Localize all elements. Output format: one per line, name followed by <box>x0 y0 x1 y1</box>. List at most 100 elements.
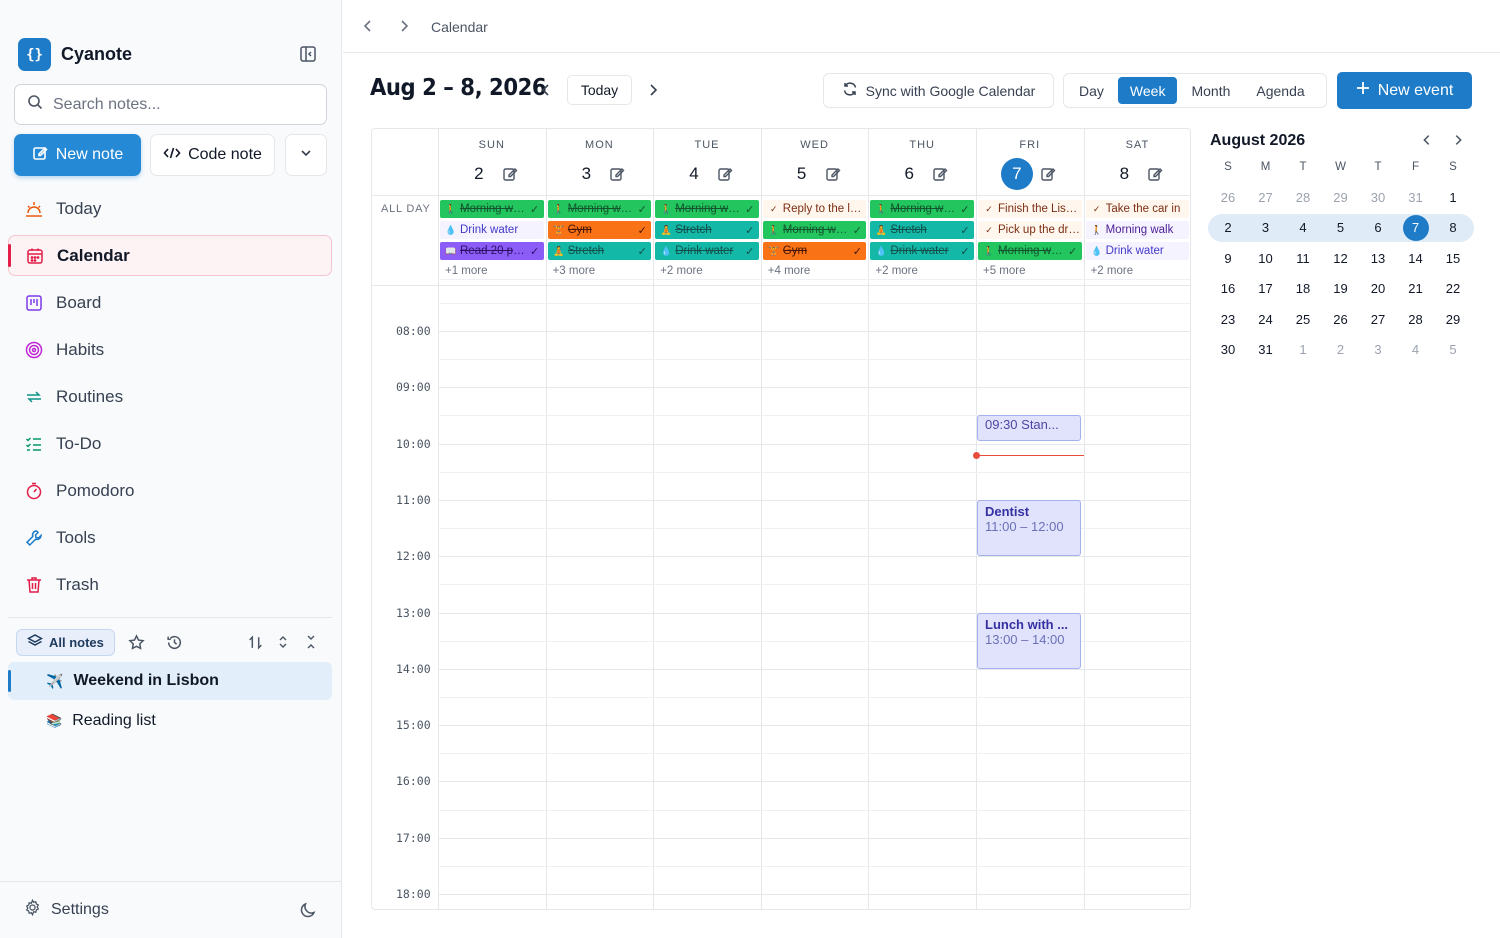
mini-day[interactable]: 22 <box>1438 275 1468 303</box>
add-note-icon[interactable] <box>1147 166 1163 182</box>
new-note-button[interactable]: New note <box>14 134 141 176</box>
mini-day[interactable]: 15 <box>1438 244 1468 272</box>
mini-day[interactable]: 17 <box>1251 275 1281 303</box>
mini-day[interactable]: 5 <box>1438 336 1468 364</box>
mini-day[interactable]: 4 <box>1288 214 1318 242</box>
calendar-event[interactable]: 09:30 Stan... <box>977 415 1081 441</box>
day-number[interactable]: 5 <box>786 158 818 190</box>
history-icon[interactable] <box>164 632 184 652</box>
all-day-item[interactable]: 🚶 Morning walk ✓ <box>547 200 652 218</box>
day-header[interactable]: MON 3 <box>546 129 654 195</box>
view-tab-month[interactable]: Month <box>1179 77 1242 104</box>
sync-google-calendar-button[interactable]: Sync with Google Calendar <box>823 73 1054 108</box>
check-icon[interactable]: ✓ <box>528 245 542 258</box>
nav-item-trash[interactable]: Trash <box>8 564 332 605</box>
add-note-icon[interactable] <box>609 166 625 182</box>
mini-day[interactable]: 7 <box>1401 214 1431 242</box>
mini-day[interactable]: 29 <box>1438 305 1468 333</box>
day-header[interactable]: THU 6 <box>868 129 976 195</box>
nav-item-today[interactable]: Today <box>8 188 332 229</box>
moon-icon[interactable] <box>298 900 318 920</box>
mini-day[interactable]: 28 <box>1401 305 1431 333</box>
day-number[interactable]: 8 <box>1108 158 1140 190</box>
check-icon[interactable]: ✓ <box>958 203 972 216</box>
day-header[interactable]: FRI 7 <box>976 129 1084 195</box>
today-button[interactable]: Today <box>567 75 632 105</box>
calendar-event[interactable]: Lunch with ... 13:00 – 14:00 <box>977 612 1081 669</box>
all-day-item[interactable]: 🚶 Morning walk ✓ <box>870 200 974 218</box>
nav-item-todo[interactable]: To-Do <box>8 423 332 464</box>
day-header[interactable]: WED 5 <box>761 129 869 195</box>
all-day-item[interactable]: 🚶 Morning walk ✓ <box>655 200 759 218</box>
next-week-icon[interactable] <box>645 82 661 98</box>
check-icon[interactable]: ✓ <box>635 203 649 216</box>
check-icon[interactable]: ✓ <box>743 203 757 216</box>
day-header[interactable]: TUE 4 <box>653 129 761 195</box>
code-note-button[interactable]: Code note <box>150 134 275 176</box>
add-note-icon[interactable] <box>717 166 733 182</box>
mini-day[interactable]: 21 <box>1401 275 1431 303</box>
mini-day[interactable]: 1 <box>1288 336 1318 364</box>
prev-week-icon[interactable] <box>538 82 554 98</box>
nav-item-routines[interactable]: Routines <box>8 376 332 417</box>
nav-item-pomodoro[interactable]: Pomodoro <box>8 470 332 511</box>
check-icon[interactable]: ✓ <box>1066 245 1080 258</box>
add-note-icon[interactable] <box>1040 166 1056 182</box>
check-icon[interactable]: ✓ <box>850 224 864 237</box>
check-icon[interactable]: ✓ <box>958 224 972 237</box>
add-note-icon[interactable] <box>502 166 518 182</box>
more-items-link[interactable]: +2 more <box>660 265 703 277</box>
mini-day[interactable]: 3 <box>1251 214 1281 242</box>
add-note-icon[interactable] <box>825 166 841 182</box>
day-header[interactable]: SUN 2 <box>438 129 546 195</box>
mini-day[interactable]: 16 <box>1213 275 1243 303</box>
mini-day[interactable]: 10 <box>1251 244 1281 272</box>
mini-day[interactable]: 5 <box>1326 214 1356 242</box>
sort-icon[interactable] <box>245 632 265 652</box>
more-items-link[interactable]: +2 more <box>1091 265 1134 277</box>
mini-day[interactable]: 4 <box>1401 336 1431 364</box>
mini-day[interactable]: 2 <box>1213 214 1243 242</box>
all-day-item[interactable]: 🚶 Morning walk <box>1085 221 1190 239</box>
mini-day[interactable]: 9 <box>1213 244 1243 272</box>
all-notes-filter[interactable]: All notes <box>16 628 115 656</box>
check-icon[interactable]: ✓ <box>635 245 649 258</box>
all-day-item[interactable]: 🚶 Morning walk ✓ <box>762 221 867 239</box>
mini-day[interactable]: 2 <box>1326 336 1356 364</box>
all-day-item[interactable]: 💧 Drink water <box>1085 242 1190 260</box>
all-day-item[interactable]: 📖Read 20 pages✓ <box>440 242 544 260</box>
nav-item-calendar[interactable]: Calendar <box>8 235 332 276</box>
check-icon[interactable]: ✓ <box>958 245 972 258</box>
note-item-weekend-in-lisbon[interactable]: ✈️ Weekend in Lisbon <box>8 662 332 700</box>
more-items-link[interactable]: +2 more <box>875 265 918 277</box>
mini-day[interactable]: 25 <box>1288 305 1318 333</box>
all-day-item[interactable]: 💧 Drink water ✓ <box>870 242 974 260</box>
mini-day[interactable]: 24 <box>1251 305 1281 333</box>
mini-day[interactable]: 8 <box>1438 214 1468 242</box>
all-day-item[interactable]: ✓ Reply to the landlord <box>762 200 867 218</box>
more-items-link[interactable]: +3 more <box>553 265 596 277</box>
check-icon[interactable]: ✓ <box>743 245 757 258</box>
nav-item-tools[interactable]: Tools <box>8 517 332 558</box>
forward-arrow-icon[interactable] <box>396 18 412 34</box>
back-arrow-icon[interactable] <box>360 18 376 34</box>
day-number[interactable]: 3 <box>570 158 602 190</box>
settings-button[interactable]: Settings <box>0 881 342 938</box>
mini-prev-month-icon[interactable] <box>1420 133 1434 147</box>
mini-day[interactable]: 6 <box>1363 214 1393 242</box>
all-day-item[interactable]: ✓ Take the car in <box>1085 200 1190 218</box>
day-number[interactable]: 7 <box>1000 158 1033 190</box>
day-number[interactable]: 6 <box>893 158 925 190</box>
view-tab-week[interactable]: Week <box>1117 77 1178 104</box>
check-icon[interactable]: ✓ <box>850 245 864 258</box>
nav-item-board[interactable]: Board <box>8 282 332 323</box>
more-items-link[interactable]: +5 more <box>983 265 1026 277</box>
mini-day[interactable]: 20 <box>1363 275 1393 303</box>
day-number[interactable]: 4 <box>678 158 710 190</box>
check-icon[interactable]: ✓ <box>635 224 649 237</box>
all-day-item[interactable]: 🏋 Gym ✓ <box>762 242 867 260</box>
mini-day[interactable]: 11 <box>1288 244 1318 272</box>
check-icon[interactable]: ✓ <box>528 203 542 216</box>
collapse-sidebar-icon[interactable] <box>298 44 318 64</box>
more-items-link[interactable]: +1 more <box>445 265 488 277</box>
